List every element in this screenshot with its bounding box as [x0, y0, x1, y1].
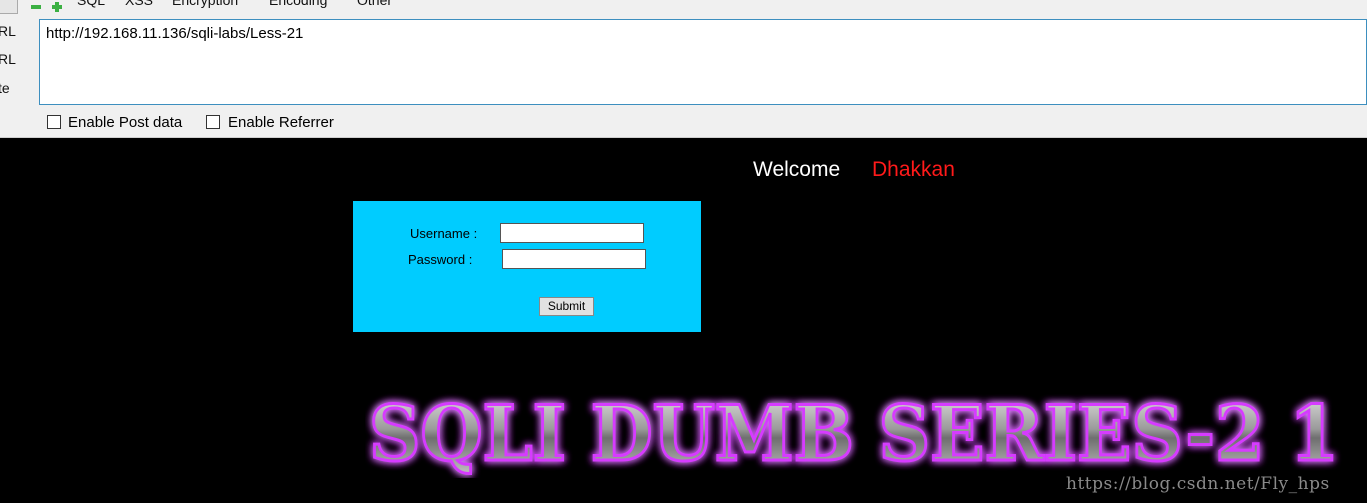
password-label: Password : — [408, 252, 473, 267]
referrer-label[interactable]: Enable Referrer — [228, 114, 334, 131]
post-data-checkbox[interactable] — [47, 115, 61, 129]
menu-sql[interactable]: SQL▾ — [77, 0, 110, 8]
watermark-url: https://blog.csdn.net/Fly_hps — [1066, 474, 1330, 494]
series-banner: SQLI DUMB SERIES-2 1 — [365, 388, 1365, 478]
menu-encryption[interactable]: Encryption▾ — [172, 0, 243, 8]
banner-text: SQLI DUMB SERIES-2 1 — [369, 389, 1339, 478]
password-input[interactable] — [502, 249, 646, 269]
hackbar-menubar: SQL▾ XSS▾ Encryption▾ Encoding▾ Other▾ — [0, 0, 1367, 10]
banner-graphic: SQLI DUMB SERIES-2 1 — [368, 388, 1341, 478]
split-url-label[interactable]: RL — [0, 51, 16, 67]
menu-encoding[interactable]: Encoding▾ — [269, 0, 332, 8]
post-data-label[interactable]: Enable Post data — [68, 114, 182, 131]
username-label: Username : — [410, 226, 478, 241]
submit-button[interactable]: Submit — [539, 297, 594, 316]
load-url-label[interactable]: RL — [0, 23, 16, 39]
welcome-text: Welcome — [753, 158, 841, 181]
url-value: http://192.168.11.136/sqli-labs/Less-21 — [46, 25, 304, 42]
menu-other[interactable]: Other▾ — [357, 0, 397, 8]
hackbar-toolbar: SQL▾ XSS▾ Encryption▾ Encoding▾ Other▾ R… — [0, 0, 1367, 138]
welcome-username: Dhakkan — [872, 158, 955, 181]
referrer-checkbox[interactable] — [206, 115, 220, 129]
menu-xss[interactable]: XSS▾ — [125, 0, 158, 8]
login-form: Username : Password : Submit — [353, 201, 701, 332]
execute-label[interactable]: te — [0, 80, 10, 96]
url-textarea[interactable]: http://192.168.11.136/sqli-labs/Less-21 — [39, 19, 1367, 105]
username-input[interactable] — [500, 223, 644, 243]
